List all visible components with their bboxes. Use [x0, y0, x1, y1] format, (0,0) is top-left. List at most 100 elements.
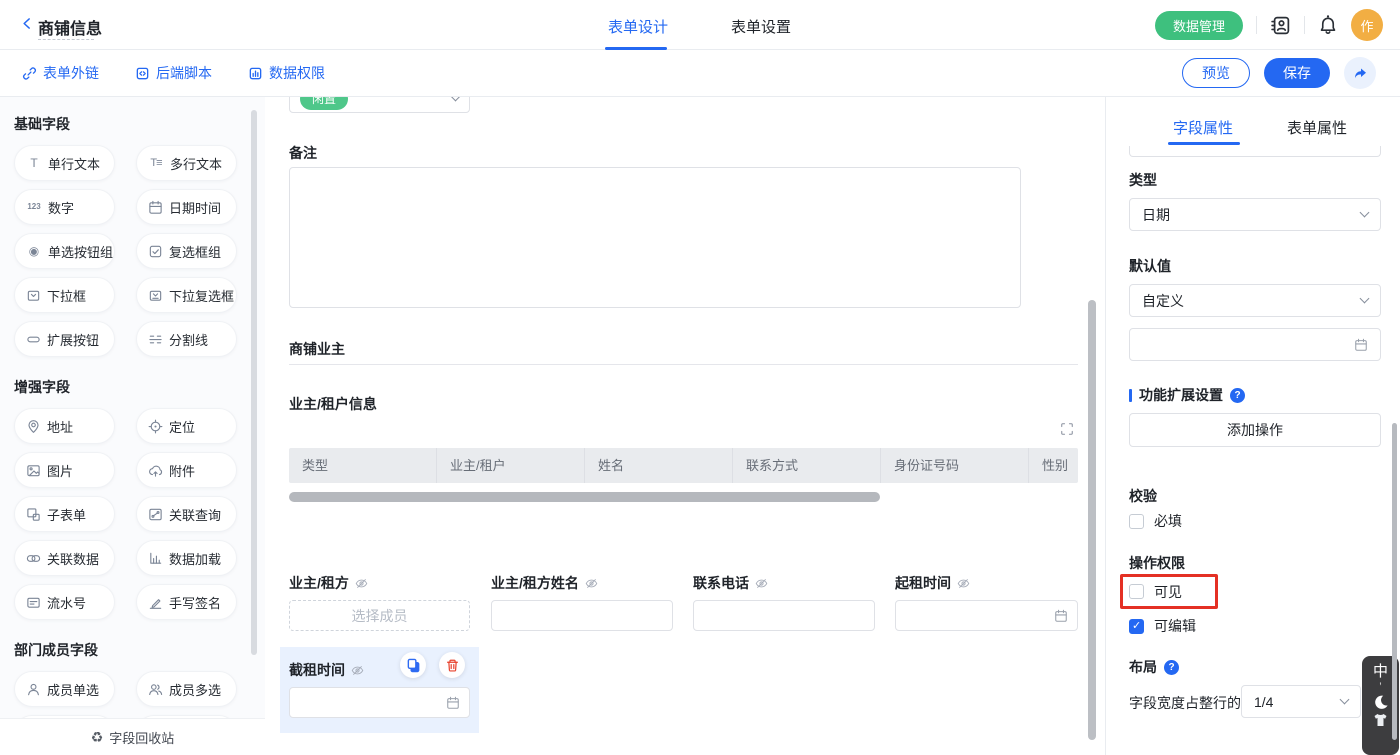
add-action-button[interactable]: 添加操作	[1129, 413, 1381, 447]
tab-field-properties[interactable]: 字段属性	[1173, 117, 1233, 138]
data-manage-button[interactable]: 数据管理	[1155, 11, 1243, 40]
field-label: 单选按钮组	[48, 242, 113, 261]
default-value-select[interactable]: 自定义	[1129, 284, 1381, 317]
sidebar-field-dropdown-multi[interactable]: 下拉复选框	[136, 277, 237, 313]
sidebar-field-extend-button[interactable]: 扩展按钮	[14, 321, 115, 357]
sidebar-field-divider-line[interactable]: 分割线	[136, 321, 237, 357]
sidebar-field-relation-query[interactable]: 关联查询	[136, 496, 237, 532]
field-label: 流水号	[47, 593, 86, 612]
visible-checkbox[interactable]	[1129, 584, 1144, 599]
field-width-select[interactable]: 1/4	[1241, 685, 1361, 718]
moon-icon[interactable]	[1373, 694, 1389, 710]
validation-label: 校验	[1129, 486, 1157, 506]
status-select[interactable]: 闲置	[289, 97, 470, 113]
expand-icon[interactable]	[1060, 422, 1074, 436]
field-recycle-bin-label: 字段回收站	[109, 728, 174, 747]
tab-form-properties[interactable]: 表单属性	[1287, 117, 1347, 138]
member-picker-input[interactable]: 选择成员	[289, 600, 470, 631]
remark-label: 备注	[289, 143, 317, 163]
sidebar-field-serial-number[interactable]: 流水号	[14, 584, 115, 620]
notification-bell-icon[interactable]	[1318, 15, 1338, 35]
copy-field-button[interactable]	[400, 652, 426, 678]
calendar-icon	[148, 200, 163, 215]
sidebar-field-datetime[interactable]: 日期时间	[136, 189, 237, 225]
required-checkbox[interactable]	[1129, 514, 1144, 529]
sidebar-field-relation-data[interactable]: 关联数据	[14, 540, 115, 576]
field-recycle-bin[interactable]: ♻ 字段回收站	[0, 718, 265, 755]
column-header: 性别	[1029, 448, 1078, 483]
type-label: 类型	[1129, 170, 1157, 190]
field-label: 扩展按钮	[47, 330, 99, 349]
type-select-value: 日期	[1142, 205, 1170, 225]
field-label: 下拉复选框	[169, 286, 234, 305]
tab-form-design[interactable]: 表单设计	[608, 16, 668, 37]
remark-textarea[interactable]	[289, 167, 1021, 308]
divider-line-icon	[148, 332, 163, 347]
ime-language-mode[interactable]: 中	[1373, 663, 1388, 680]
image-icon	[26, 463, 41, 478]
extension-settings-title: 功能扩展设置	[1139, 385, 1223, 405]
sidebar-field-member-multi[interactable]: 成员多选	[136, 671, 237, 707]
save-button[interactable]: 保存	[1264, 58, 1330, 88]
sidebar-scrollbar[interactable]	[251, 110, 257, 655]
field-name-input-partial[interactable]	[1129, 146, 1381, 157]
canvas-vertical-scrollbar[interactable]	[1088, 300, 1096, 740]
contacts-icon[interactable]	[1270, 15, 1291, 36]
delete-field-button[interactable]	[439, 652, 465, 678]
field-label: 日期时间	[169, 198, 221, 217]
field-width-label: 字段宽度占整行的	[1129, 693, 1241, 713]
sidebar-field-data-load[interactable]: 数据加载	[136, 540, 237, 576]
form-external-link[interactable]: 表单外链	[22, 63, 99, 83]
help-icon[interactable]	[1164, 660, 1179, 675]
default-date-input[interactable]	[1129, 328, 1381, 361]
panel-scrollbar[interactable]	[1392, 423, 1397, 740]
permission-icon	[248, 66, 263, 81]
back-icon[interactable]	[20, 16, 35, 31]
shirt-icon[interactable]	[1372, 712, 1389, 728]
field-label: 业主/租方姓名	[491, 573, 579, 593]
sidebar-field-image[interactable]: 图片	[14, 452, 115, 488]
eye-off-icon	[957, 577, 970, 590]
sidebar-field-number[interactable]: 123数字	[14, 189, 115, 225]
sidebar-field-dropdown[interactable]: 下拉框	[14, 277, 115, 313]
data-permission-link[interactable]: 数据权限	[248, 63, 325, 83]
sidebar-field-subform[interactable]: 子表单	[14, 496, 115, 532]
field-label: 定位	[169, 417, 195, 436]
editable-checkbox[interactable]	[1129, 619, 1144, 634]
locate-icon	[148, 419, 163, 434]
ime-punctuation[interactable]: ’	[1379, 682, 1381, 692]
selected-field-block[interactable]: 截租时间	[280, 647, 479, 733]
help-icon[interactable]	[1230, 388, 1245, 403]
owner-name-input[interactable]	[491, 600, 673, 631]
dropdown-multi-icon	[148, 288, 163, 303]
sidebar-field-handwritten-signature[interactable]: 手写签名	[136, 584, 237, 620]
sidebar-field-location[interactable]: 定位	[136, 408, 237, 444]
phone-field-label: 联系电话	[693, 573, 768, 593]
lease-end-date-input[interactable]	[289, 687, 470, 718]
sidebar-field-multiline-text[interactable]: T≡ 多行文本	[136, 145, 237, 181]
backend-script-link[interactable]: 后端脚本	[135, 63, 212, 83]
field-label: 成员多选	[169, 680, 221, 699]
subform-horizontal-scrollbar[interactable]	[289, 492, 880, 502]
sidebar-field-address[interactable]: 地址	[14, 408, 115, 444]
radio-icon: ◉	[26, 244, 42, 258]
type-select[interactable]: 日期	[1129, 198, 1381, 231]
sidebar-field-radio-group[interactable]: ◉ 单选按钮组	[14, 233, 115, 269]
default-value-select-value: 自定义	[1142, 291, 1184, 311]
lease-start-date-input[interactable]	[895, 600, 1078, 631]
multiline-text-icon: T≡	[148, 156, 164, 170]
phone-input[interactable]	[693, 600, 875, 631]
column-header: 身份证号码	[881, 448, 1029, 483]
sidebar-field-attachment[interactable]: 附件	[136, 452, 237, 488]
checkbox-icon	[148, 244, 163, 259]
share-button[interactable]	[1344, 57, 1376, 89]
preview-button[interactable]: 预览	[1182, 58, 1250, 88]
sidebar-field-member-single[interactable]: 成员单选	[14, 671, 115, 707]
tab-form-settings[interactable]: 表单设置	[731, 16, 791, 37]
sidebar-field-checkbox-group[interactable]: 复选框组	[136, 233, 237, 269]
sidebar-field-single-line-text[interactable]: T单行文本	[14, 145, 115, 181]
column-header: 业主/租户	[437, 448, 585, 483]
avatar[interactable]: 作	[1351, 9, 1383, 41]
field-label: 关联数据	[47, 549, 99, 568]
field-label: 多行文本	[170, 154, 222, 173]
